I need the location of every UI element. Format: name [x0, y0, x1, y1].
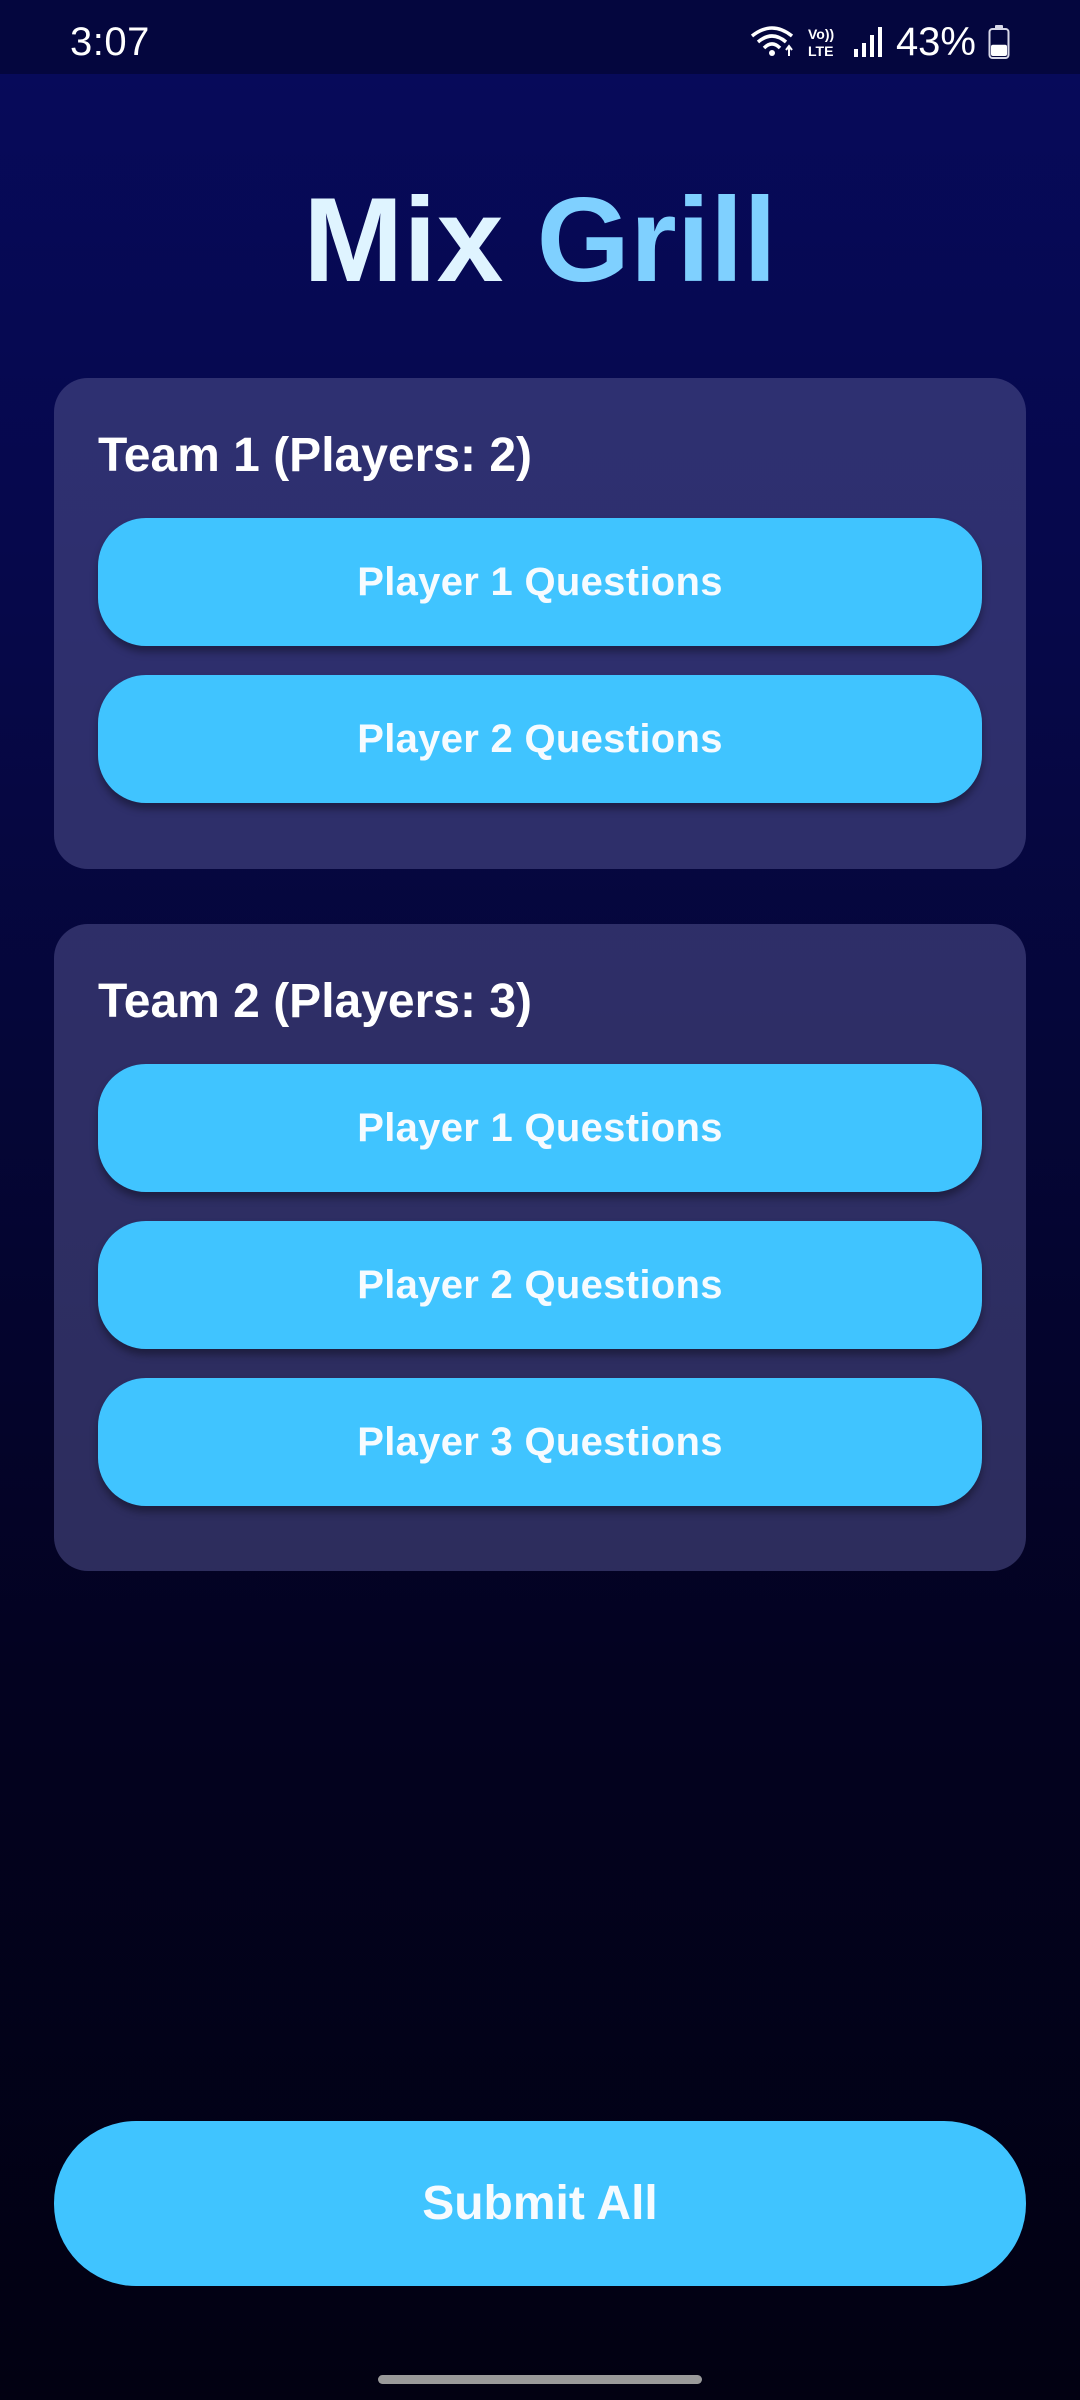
page-title: Mix Grill	[0, 165, 1080, 315]
status-time: 3:07	[70, 20, 150, 64]
title-word-grill: Grill	[536, 173, 777, 307]
team-2-player-2-questions-button[interactable]: Player 2 Questions	[98, 1221, 982, 1349]
status-bar: 3:07 Vo)) LTE 43%	[0, 0, 1080, 74]
volte-icon: Vo)) LTE	[806, 24, 840, 60]
home-indicator[interactable]	[378, 2375, 702, 2384]
status-icons: Vo)) LTE 43%	[750, 20, 1010, 64]
team-2-player-3-questions-button[interactable]: Player 3 Questions	[98, 1378, 982, 1506]
submit-all-button[interactable]: Submit All	[54, 2121, 1026, 2286]
wifi-icon	[750, 24, 794, 60]
team-1-player-1-questions-button[interactable]: Player 1 Questions	[98, 518, 982, 646]
title-word-mix: Mix	[303, 173, 504, 307]
battery-icon	[988, 24, 1010, 60]
team-heading: Team 2 (Players: 3)	[98, 975, 532, 1028]
team-heading: Team 1 (Players: 2)	[98, 429, 532, 482]
battery-percent: 43%	[895, 19, 976, 64]
volte-label-top: Vo))	[808, 26, 834, 42]
team-2-player-1-questions-button[interactable]: Player 1 Questions	[98, 1064, 982, 1192]
volte-label-bottom: LTE	[808, 43, 833, 59]
team-card-2: Team 2 (Players: 3) Player 1 Questions P…	[54, 924, 1026, 1571]
team-1-player-2-questions-button[interactable]: Player 2 Questions	[98, 675, 982, 803]
team-card-1: Team 1 (Players: 2) Player 1 Questions P…	[54, 378, 1026, 869]
signal-icon	[852, 25, 884, 59]
